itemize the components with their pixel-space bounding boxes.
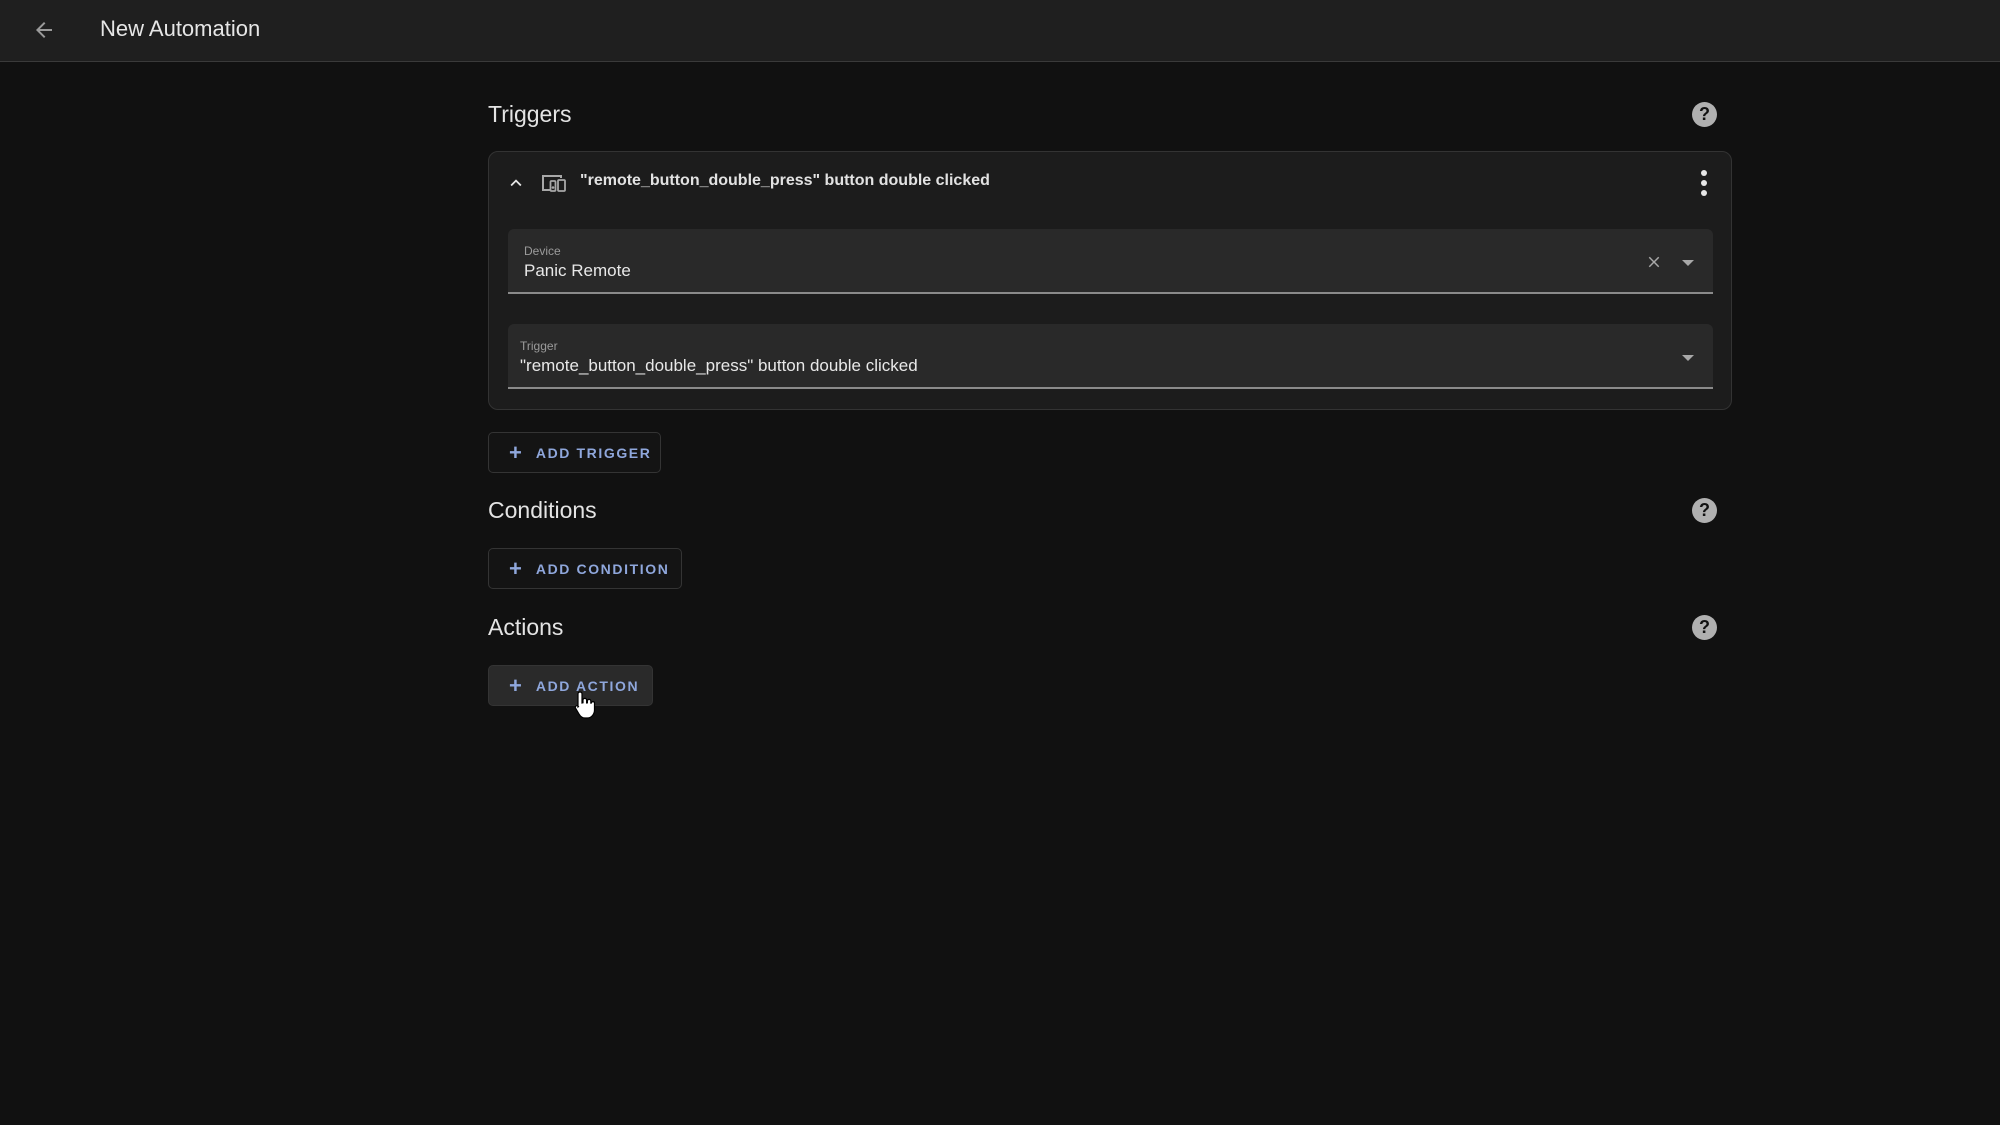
trigger-field-value: "remote_button_double_press" button doub…: [520, 356, 918, 375]
conditions-help-icon[interactable]: ?: [1692, 498, 1717, 523]
top-app-bar: New Automation: [0, 0, 2000, 62]
back-button[interactable]: [26, 12, 62, 48]
page-title: New Automation: [100, 16, 261, 41]
trigger-card: "remote_button_double_press" button doub…: [488, 151, 1732, 410]
plus-icon: +: [509, 672, 522, 698]
chevron-down-icon[interactable]: [1682, 260, 1694, 266]
add-trigger-label: ADD TRIGGER: [535, 444, 652, 461]
trigger-title: "remote_button_double_press" button doub…: [580, 172, 990, 189]
close-icon[interactable]: [1645, 253, 1663, 271]
hand-cursor-icon: [574, 691, 596, 719]
add-condition-label: ADD CONDITION: [535, 560, 670, 577]
actions-heading: Actions: [488, 614, 564, 640]
device-icon: [542, 175, 566, 192]
dot: [1701, 170, 1707, 176]
add-condition-button[interactable]: + ADD CONDITION: [488, 548, 682, 589]
dot: [1701, 180, 1707, 186]
device-field-label: Device: [524, 244, 561, 258]
triggers-heading: Triggers: [488, 101, 572, 127]
add-action-button[interactable]: + ADD ACTION: [488, 665, 653, 706]
chevron-down-icon[interactable]: [1682, 355, 1694, 361]
dot: [1701, 190, 1707, 196]
actions-help-icon[interactable]: ?: [1692, 615, 1717, 640]
chevron-up-icon[interactable]: [505, 172, 527, 194]
dots-vertical-icon[interactable]: [1699, 170, 1709, 196]
conditions-heading: Conditions: [488, 497, 597, 523]
trigger-type-field[interactable]: Trigger "remote_button_double_press" but…: [508, 324, 1713, 389]
trigger-card-header[interactable]: "remote_button_double_press" button doub…: [489, 152, 1731, 212]
plus-icon: +: [509, 439, 522, 465]
plus-icon: +: [509, 555, 522, 581]
device-field[interactable]: Device Panic Remote: [508, 229, 1713, 294]
trigger-field-label: Trigger: [520, 339, 558, 353]
device-field-value: Panic Remote: [524, 261, 631, 280]
arrow-left-icon: [36, 22, 52, 38]
add-trigger-button[interactable]: + ADD TRIGGER: [488, 432, 661, 473]
triggers-help-icon[interactable]: ?: [1692, 102, 1717, 127]
